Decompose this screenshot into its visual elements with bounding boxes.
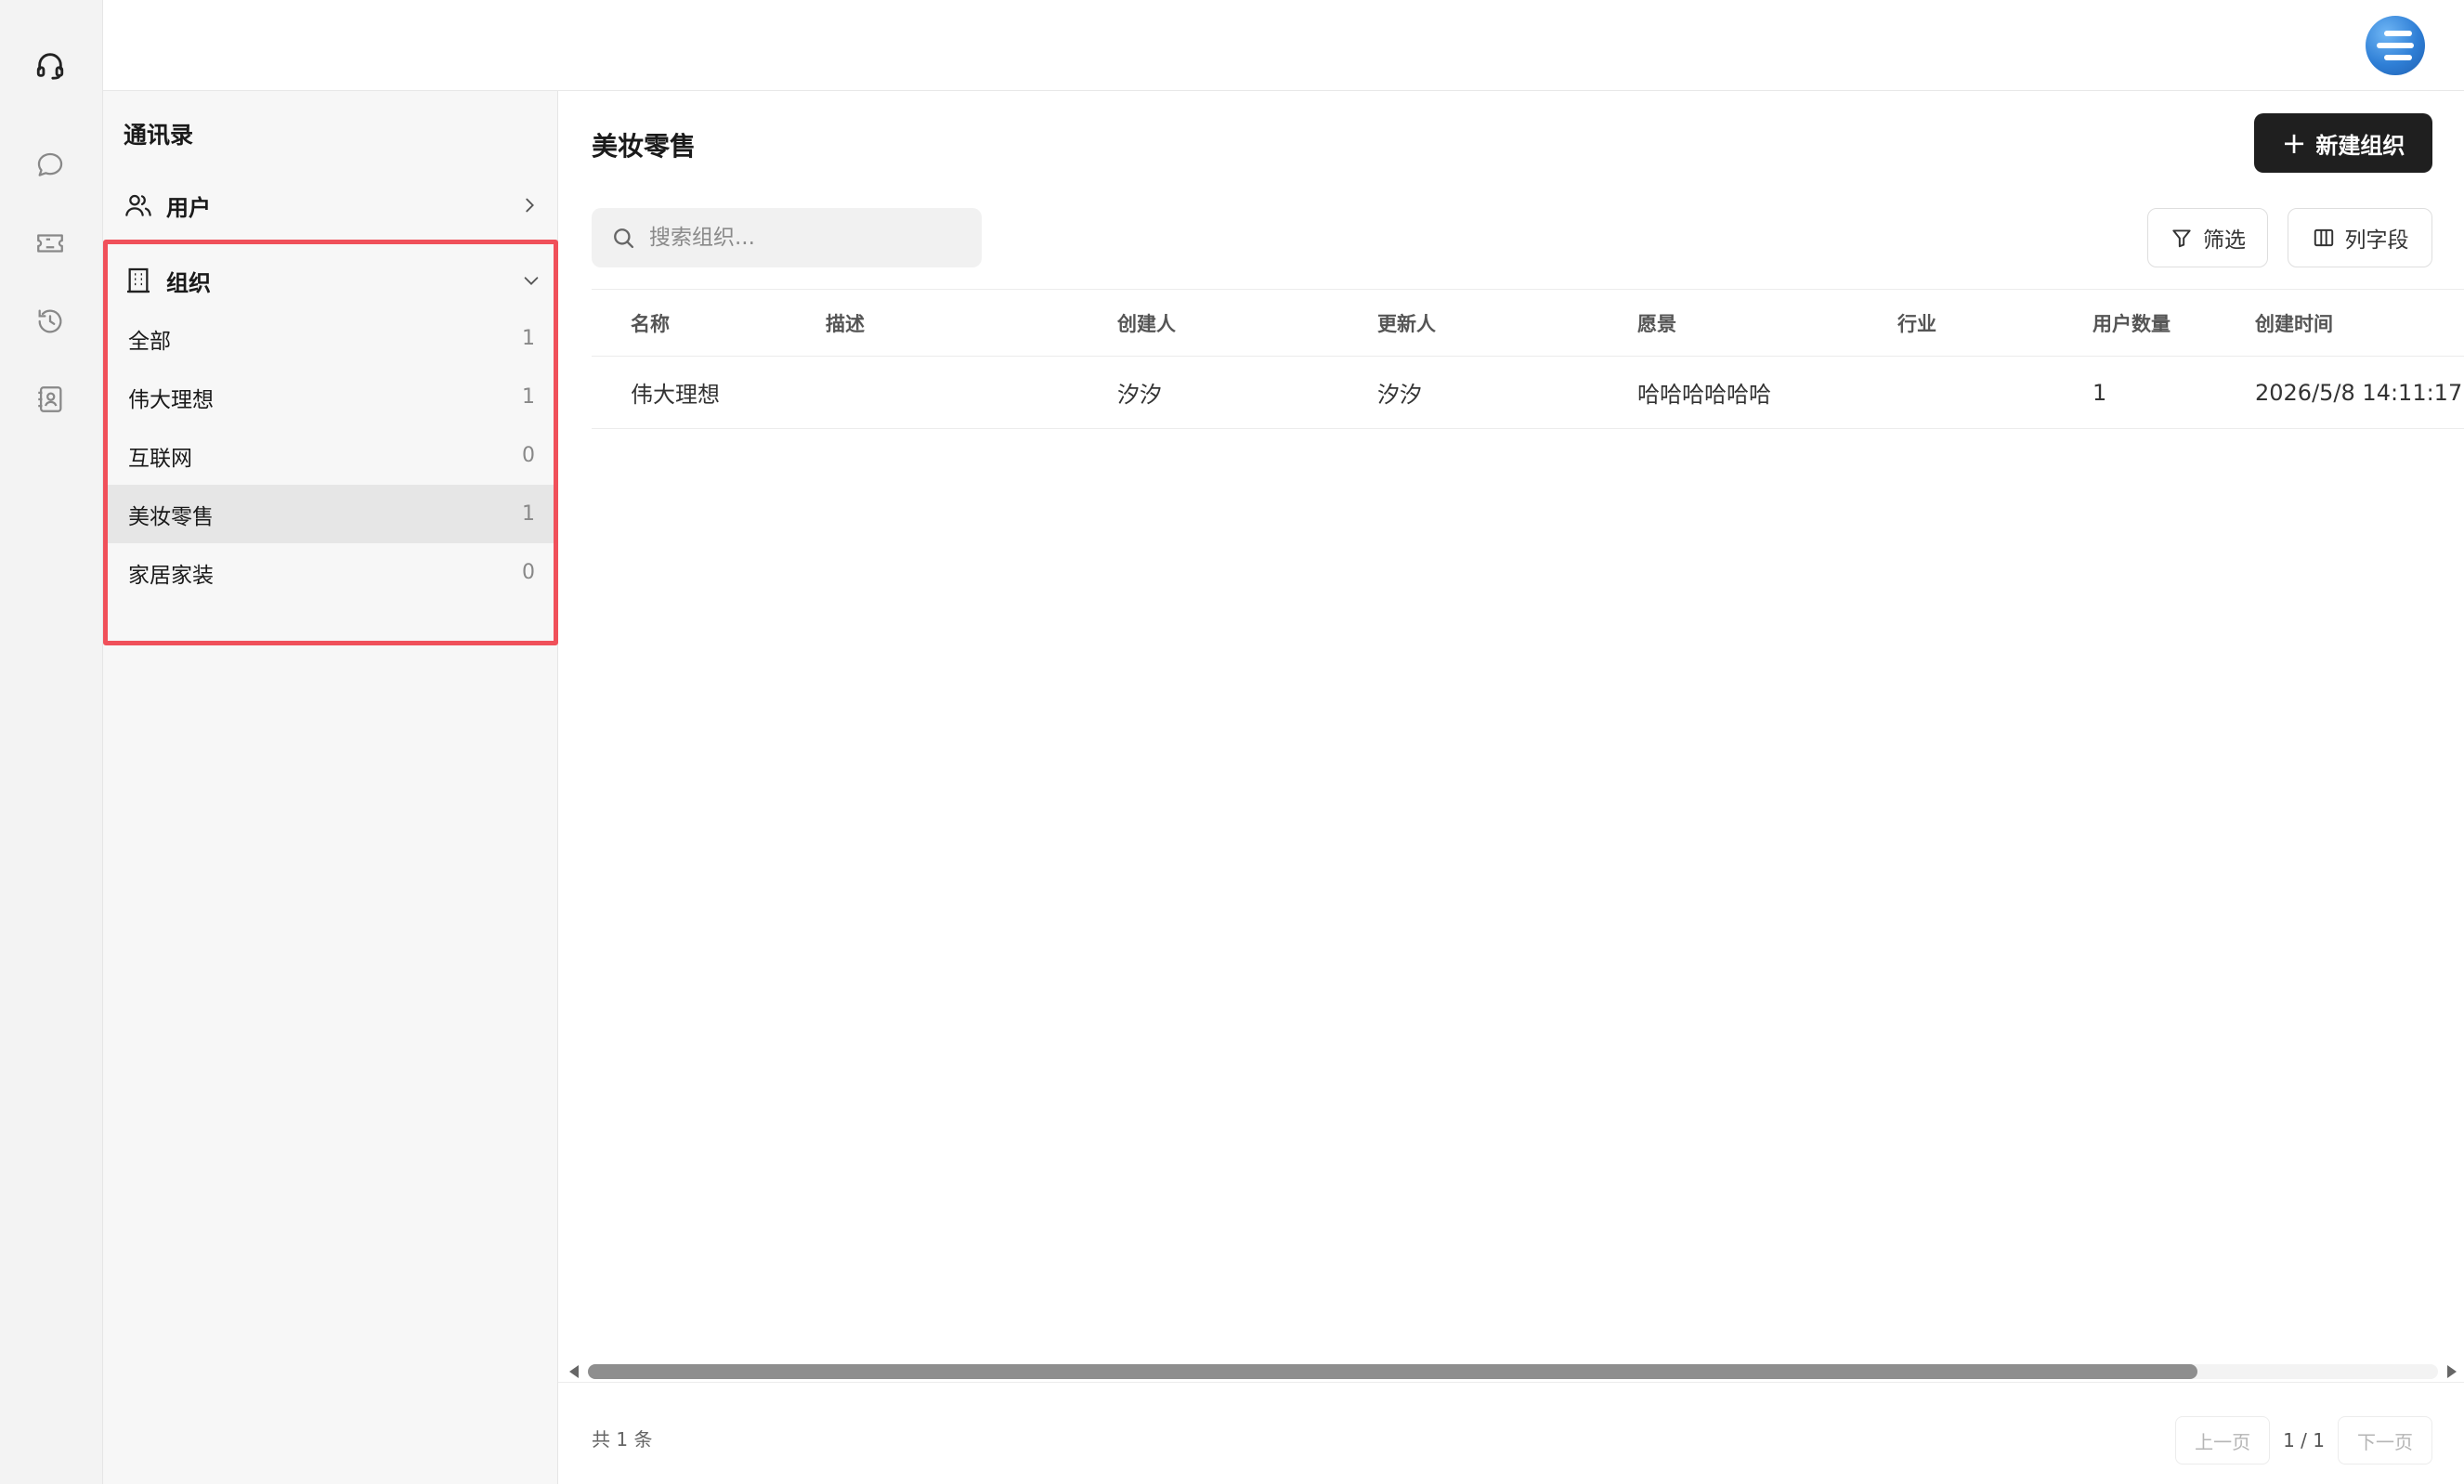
total-count: 共 1 条 — [592, 1428, 653, 1451]
filter-button[interactable]: 筛选 — [2147, 208, 2268, 267]
prev-page-button[interactable]: 上一页 — [2175, 1416, 2271, 1464]
org-name: 全部 — [128, 329, 171, 354]
columns-icon — [2314, 228, 2333, 247]
building-icon — [127, 267, 150, 293]
next-page-button[interactable]: 下一页 — [2338, 1416, 2432, 1464]
search-icon — [614, 228, 634, 249]
avatar-logo-icon[interactable] — [2366, 16, 2425, 75]
new-org-button[interactable]: + 新建组织 — [2254, 113, 2432, 173]
org-list-item[interactable]: 全部 1 — [108, 309, 554, 368]
table-cell: 哈哈哈哈哈哈 — [1637, 382, 1771, 408]
org-list-item[interactable]: 家居家装 0 — [108, 543, 554, 602]
table-row[interactable]: 伟大理想 汐汐 汐汐 哈哈哈哈哈哈 1 2026/5/8 14:11:17 — [592, 357, 2464, 429]
filter-icon — [2172, 229, 2191, 248]
page-info: 1 / 1 — [2283, 1429, 2325, 1451]
column-header[interactable]: 创建时间 — [2255, 290, 2333, 356]
org-count: 0 — [522, 444, 535, 467]
ticket-icon[interactable] — [30, 223, 71, 264]
table-cell: 汐汐 — [1377, 382, 1422, 408]
search-box[interactable] — [592, 208, 982, 267]
org-list-item[interactable]: 互联网 0 — [108, 426, 554, 485]
top-bar — [103, 0, 2464, 91]
filter-label: 筛选 — [2203, 228, 2246, 253]
search-input[interactable] — [649, 226, 965, 250]
chat-icon[interactable] — [30, 145, 71, 186]
column-header[interactable]: 用户数量 — [2092, 290, 2171, 356]
table-cell: 2026/5/8 14:11:17 — [2255, 379, 2463, 406]
column-header[interactable]: 愿景 — [1637, 290, 1676, 356]
scroll-thumb[interactable] — [588, 1364, 2198, 1379]
sidebar-item-label: 组织 — [166, 269, 211, 296]
org-list-item[interactable]: 伟大理想 1 — [108, 368, 554, 426]
org-panel-highlight: 组织 全部 1 伟大理想 1 互联网 0 美妆零售 1 家居家装 0 — [103, 240, 558, 645]
page-title: 美妆零售 — [592, 131, 697, 162]
scroll-left-icon[interactable] — [569, 1365, 579, 1378]
org-name: 互联网 — [128, 446, 192, 471]
chevron-down-icon — [524, 277, 539, 285]
horizontal-scrollbar[interactable] — [558, 1359, 2464, 1383]
sidebar-item-users[interactable]: 用户 — [124, 182, 540, 228]
contacts-icon[interactable] — [30, 379, 71, 420]
scroll-right-icon[interactable] — [2447, 1365, 2457, 1378]
org-name: 美妆零售 — [128, 504, 214, 529]
org-name: 伟大理想 — [128, 387, 214, 412]
table-cell: 伟大理想 — [631, 382, 720, 408]
table-cell: 汐汐 — [1117, 382, 1162, 408]
scroll-track[interactable] — [588, 1364, 2438, 1379]
sidebar-title: 通讯录 — [124, 122, 194, 149]
table-header-row: 名称 描述 创建人 更新人 愿景 行业 用户数量 创建时间 — [592, 290, 2464, 357]
contacts-sidebar: 通讯录 用户 组织 全部 1 伟大理想 1 互联网 0 美妆零售 1 家居家装 — [103, 91, 558, 1484]
org-list-item-active[interactable]: 美妆零售 1 — [108, 485, 554, 543]
org-count: 1 — [522, 502, 535, 526]
org-count: 1 — [522, 385, 535, 409]
column-header[interactable]: 更新人 — [1377, 290, 1436, 356]
sidebar-item-org[interactable]: 组织 — [124, 259, 541, 302]
new-org-label: 新建组织 — [2315, 132, 2405, 159]
history-icon[interactable] — [30, 301, 71, 342]
columns-label: 列字段 — [2344, 228, 2409, 253]
columns-button[interactable]: 列字段 — [2288, 208, 2432, 267]
main-content: 美妆零售 + 新建组织 筛选 列字段 名称 描述 创建人 更新人 愿景 行业 用… — [558, 91, 2464, 1484]
table-cell: 1 — [2092, 379, 2107, 406]
chevron-right-icon — [526, 198, 534, 213]
org-count: 1 — [522, 327, 535, 350]
column-header[interactable]: 创建人 — [1117, 290, 1176, 356]
org-count: 0 — [522, 561, 535, 584]
icon-rail — [0, 0, 103, 1484]
org-name: 家居家装 — [128, 563, 214, 588]
column-header[interactable]: 描述 — [826, 290, 865, 356]
sidebar-item-label: 用户 — [166, 194, 211, 221]
plus-icon: + — [2281, 125, 2307, 161]
column-header[interactable]: 名称 — [631, 290, 670, 356]
headset-icon[interactable] — [30, 45, 71, 85]
org-table: 名称 描述 创建人 更新人 愿景 行业 用户数量 创建时间 伟大理想 汐汐 汐汐… — [592, 289, 2464, 429]
pagination: 上一页 1 / 1 下一页 — [2175, 1416, 2432, 1464]
users-icon — [125, 194, 151, 216]
column-header[interactable]: 行业 — [1897, 290, 1936, 356]
